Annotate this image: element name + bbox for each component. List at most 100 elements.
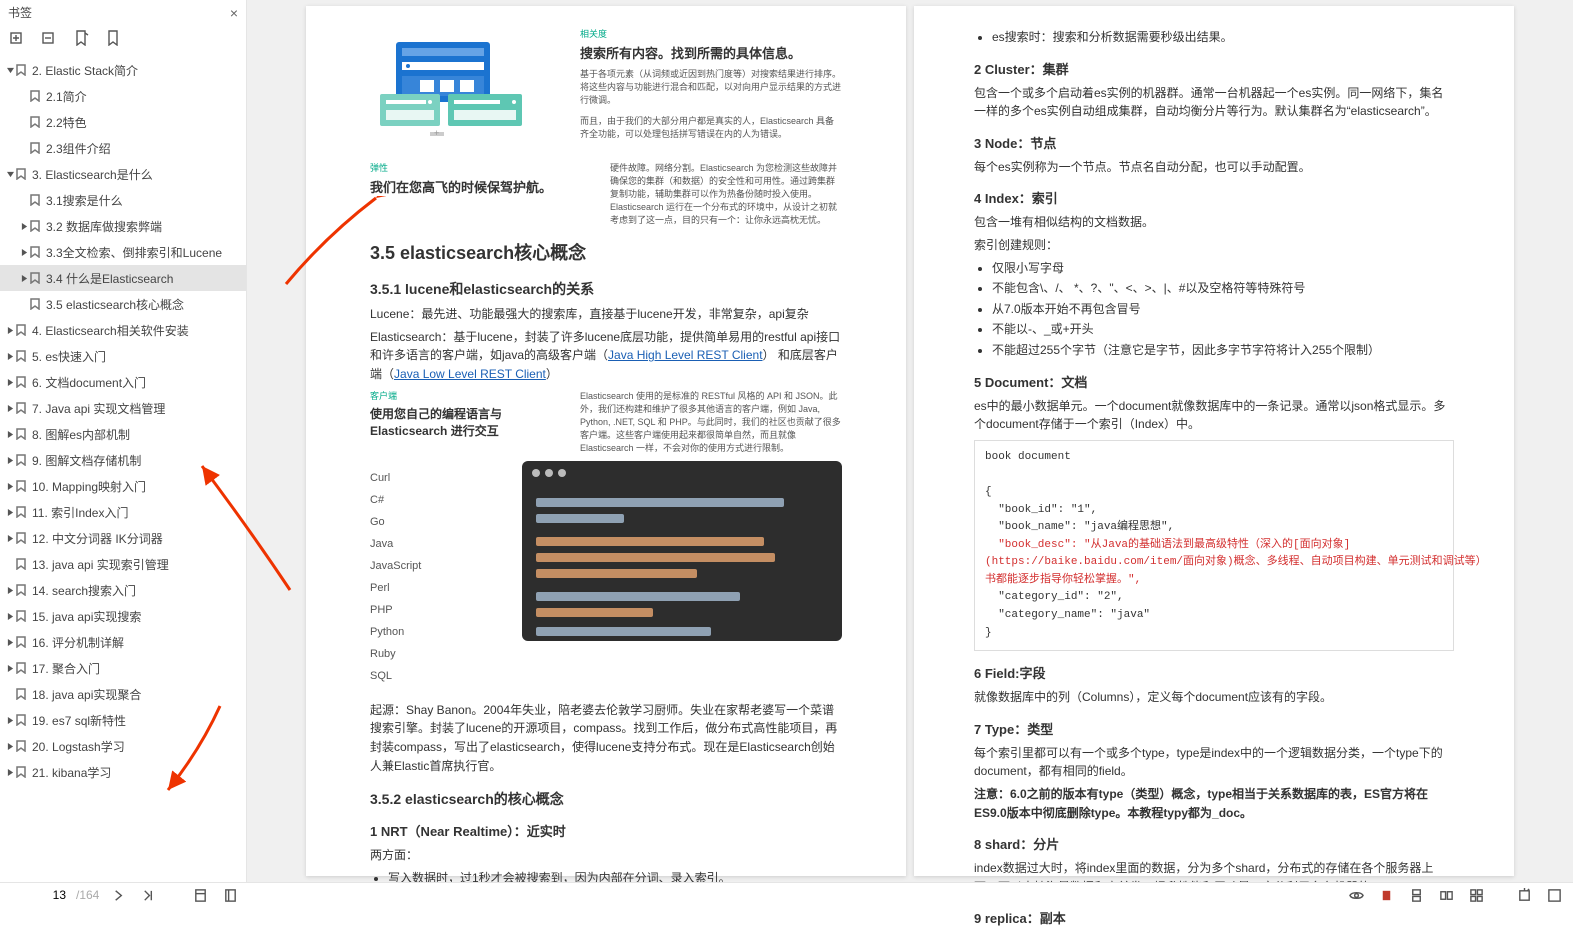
chevron-right-icon[interactable]	[6, 587, 14, 594]
bookmark-item[interactable]: 6. 文档document入门	[0, 369, 246, 395]
fullscreen-icon[interactable]	[1543, 884, 1565, 906]
chevron-right-icon[interactable]	[6, 717, 14, 724]
bookmark-icon	[28, 90, 42, 102]
chevron-right-icon[interactable]	[6, 613, 14, 620]
view-facing-icon[interactable]	[1435, 884, 1457, 906]
para-node: 每个es实例称为一个节点。节点名自动分配，也可以手动配置。	[974, 158, 1454, 177]
link-high-level[interactable]: Java High Level REST Client	[608, 348, 763, 362]
bookmark-item[interactable]: 14. search搜索入门	[0, 577, 246, 603]
heading-node: 3 Node：节点	[974, 133, 1454, 152]
chevron-right-icon[interactable]	[20, 223, 28, 230]
heading-35: 3.5 elasticsearch核心概念	[370, 239, 842, 265]
bookmark-item[interactable]: 2.2特色	[0, 109, 246, 135]
bookmark-label: 2. Elastic Stack简介	[28, 62, 138, 79]
bookmark-item[interactable]: 13. java api 实现索引管理	[0, 551, 246, 577]
bookmark-icon	[14, 350, 28, 362]
expand-all-icon[interactable]	[10, 30, 26, 49]
bookmark-item[interactable]: 3.5 elasticsearch核心概念	[0, 291, 246, 317]
chevron-right-icon[interactable]	[6, 483, 14, 490]
hero-tag: 相关度	[580, 28, 842, 41]
view-continuous-icon[interactable]	[1405, 884, 1427, 906]
bookmark-icon	[14, 766, 28, 778]
bookmark-item[interactable]: 19. es7 sql新特性	[0, 707, 246, 733]
bookmark-item[interactable]: 18. java api实现聚合	[0, 681, 246, 707]
bookmark-icon[interactable]	[106, 30, 122, 49]
hero-title: 搜索所有内容。找到所需的具体信息。	[580, 43, 842, 62]
bookmark-label: 14. search搜索入门	[28, 582, 136, 599]
bookmark-item[interactable]: 8. 图解es内部机制	[0, 421, 246, 447]
bookmark-icon	[14, 402, 28, 414]
bookmark-item[interactable]: 3.3全文检索、倒排索引和Lucene	[0, 239, 246, 265]
page-number-input[interactable]	[8, 887, 68, 903]
language-item: Curl	[370, 467, 500, 489]
add-bookmark-icon[interactable]	[74, 30, 90, 49]
para-es: Elasticsearch：基于lucene，封装了许多lucene底层功能，提…	[370, 328, 842, 384]
heading-nrt: 1 NRT（Near Realtime）：近实时	[370, 821, 842, 840]
bookmark-item[interactable]: 3.4 什么是Elasticsearch	[0, 265, 246, 291]
collapse-all-icon[interactable]	[42, 30, 58, 49]
annotation-arrow	[266, 196, 386, 296]
chevron-down-icon[interactable]	[6, 67, 14, 74]
bookmark-icon	[28, 272, 42, 284]
bookmark-label: 3. Elasticsearch是什么	[28, 166, 153, 183]
chevron-right-icon[interactable]	[6, 431, 14, 438]
hero-title: 使用您自己的编程语言与 Elasticsearch 进行交互	[370, 405, 550, 439]
bookmark-item[interactable]: 2.1简介	[0, 83, 246, 109]
link-low-level[interactable]: Java Low Level REST Client	[394, 367, 546, 381]
heading-cluster: 2 Cluster：集群	[974, 59, 1454, 78]
language-item: Perl	[370, 577, 500, 599]
view-single-icon[interactable]	[1375, 884, 1397, 906]
bookmark-item[interactable]: 16. 评分机制详解	[0, 629, 246, 655]
bookmark-label: 17. 聚合入门	[28, 660, 100, 677]
document-viewport[interactable]: + 相关度 搜索所有内容。找到所需的具体信息。 基于各项元素（从词频或近因到热门…	[247, 0, 1573, 882]
bookmark-item[interactable]: 3.1搜索是什么	[0, 187, 246, 213]
bookmark-label: 2.2特色	[42, 114, 87, 131]
language-list: CurlC#GoJavaJavaScriptPerlPHPPythonRubyS…	[370, 461, 500, 687]
view-book-icon[interactable]	[1465, 884, 1487, 906]
fit-width-icon[interactable]	[219, 884, 241, 906]
bookmark-item[interactable]: 4. Elasticsearch相关软件安装	[0, 317, 246, 343]
eye-icon[interactable]	[1345, 884, 1367, 906]
bookmark-icon	[28, 246, 42, 258]
bookmark-item[interactable]: 9. 图解文档存储机制	[0, 447, 246, 473]
rules-list: 仅限小写字母不能包含\、/、 *、?、"、<、>、|、#以及空格符等特殊符号从7…	[992, 259, 1454, 360]
bookmark-item[interactable]: 3.2 数据库做搜索弊端	[0, 213, 246, 239]
bookmark-item[interactable]: 7. Java api 实现文档管理	[0, 395, 246, 421]
chevron-right-icon[interactable]	[6, 743, 14, 750]
chevron-right-icon[interactable]	[6, 639, 14, 646]
bookmark-list: 2. Elastic Stack简介 2.1简介 2.2特色 2.3组件介绍 3. El…	[0, 53, 246, 882]
chevron-right-icon[interactable]	[6, 379, 14, 386]
bookmark-label: 11. 索引Index入门	[28, 504, 128, 521]
bookmark-item[interactable]: 21. kibana学习	[0, 759, 246, 785]
chevron-right-icon[interactable]	[6, 665, 14, 672]
bookmark-item[interactable]: 17. 聚合入门	[0, 655, 246, 681]
chevron-right-icon[interactable]	[6, 327, 14, 334]
chevron-right-icon[interactable]	[6, 769, 14, 776]
para-cluster: 包含一个或多个启动着es实例的机器群。通常一台机器起一个es实例。同一网络下，集…	[974, 84, 1454, 121]
close-icon[interactable]: ×	[230, 5, 238, 21]
bookmark-item[interactable]: 10. Mapping映射入门	[0, 473, 246, 499]
fit-page-icon[interactable]	[189, 884, 211, 906]
chevron-right-icon[interactable]	[6, 535, 14, 542]
next-page-button[interactable]	[107, 884, 129, 906]
heading-352: 3.5.2 elasticsearch的核心概念	[370, 789, 842, 809]
chevron-right-icon[interactable]	[20, 249, 28, 256]
rotate-icon[interactable]	[1513, 884, 1535, 906]
bookmark-item[interactable]: 15. java api实现搜索	[0, 603, 246, 629]
bookmark-item[interactable]: 20. Logstash学习	[0, 733, 246, 759]
bookmark-label: 7. Java api 实现文档管理	[28, 400, 165, 417]
chevron-down-icon[interactable]	[6, 171, 14, 178]
last-page-button[interactable]	[137, 884, 159, 906]
bookmark-item[interactable]: 2. Elastic Stack简介	[0, 57, 246, 83]
bookmark-item[interactable]: 5. es快速入门	[0, 343, 246, 369]
bookmark-item[interactable]: 11. 索引Index入门	[0, 499, 246, 525]
chevron-right-icon[interactable]	[6, 353, 14, 360]
bookmark-item[interactable]: 12. 中文分词器 IK分词器	[0, 525, 246, 551]
chevron-right-icon[interactable]	[20, 275, 28, 282]
chevron-right-icon[interactable]	[6, 405, 14, 412]
chevron-right-icon[interactable]	[6, 509, 14, 516]
bookmark-item[interactable]: 3. Elasticsearch是什么	[0, 161, 246, 187]
bookmark-toolbar	[0, 25, 246, 53]
bookmark-item[interactable]: 2.3组件介绍	[0, 135, 246, 161]
chevron-right-icon[interactable]	[6, 457, 14, 464]
